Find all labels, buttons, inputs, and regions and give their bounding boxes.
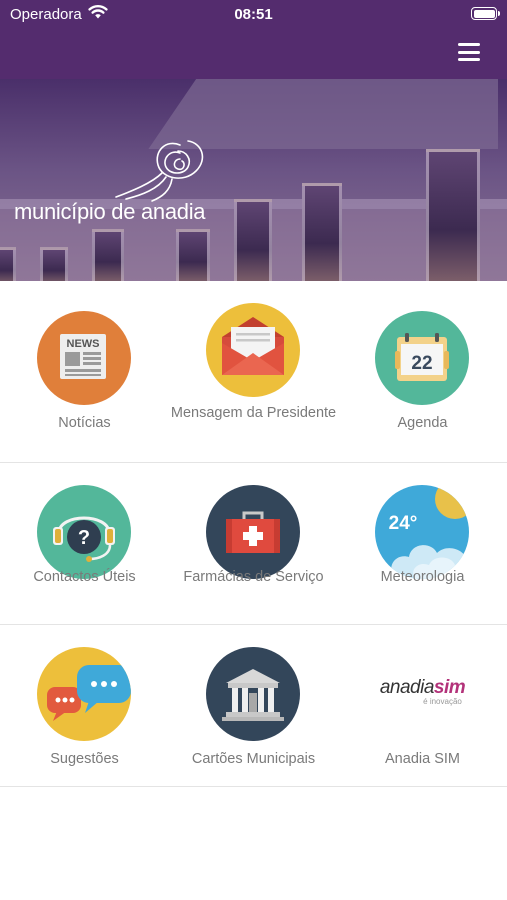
calendar-day: 22 <box>411 353 432 374</box>
top-bar: Operadora 08:51 <box>0 0 507 79</box>
menu-tile-agenda[interactable]: 22 Agenda <box>338 281 507 462</box>
newspaper-icon: NEWS <box>37 311 131 405</box>
brand-name: município de anadia <box>14 199 206 224</box>
anadia-sim-logo-tagline: é inovação <box>423 697 462 706</box>
envelope-icon <box>206 303 300 397</box>
menu-row: NEWS Notícias Mensagem da Presidente 22 … <box>0 281 507 463</box>
menu-label: Contactos Úteis <box>33 569 136 585</box>
calendar-icon: 22 <box>375 311 469 405</box>
menu-label: Sugestões <box>50 751 119 767</box>
svg-text:NEWS: NEWS <box>67 338 100 350</box>
anadia-sim-logo-accent: sim <box>433 677 466 698</box>
menu-tile-mensagem[interactable]: Mensagem da Presidente <box>169 281 338 462</box>
chat-bubbles-icon <box>37 647 131 741</box>
weather-temperature: 24° <box>389 513 418 534</box>
weather-icon: 24° <box>375 485 469 579</box>
menu-tile-noticias[interactable]: NEWS Notícias <box>0 281 169 462</box>
menu-tile-anadia-sim[interactable]: anadiasim é inovação Anadia SIM <box>338 625 507 786</box>
battery-icon <box>471 7 500 20</box>
status-time: 08:51 <box>234 6 273 23</box>
menu-label: Mensagem da Presidente <box>170 405 337 421</box>
anadia-sim-logo-main: anadia <box>379 677 435 698</box>
menu-row: ? Contactos Úteis Farmácias de Serviço 2… <box>0 463 507 625</box>
svg-text:?: ? <box>78 527 90 549</box>
status-bar: Operadora 08:51 <box>0 0 507 30</box>
hero-banner: município de anadia <box>0 79 507 281</box>
first-aid-kit-icon <box>206 485 300 579</box>
menu-label: Meteorologia <box>380 569 465 585</box>
municipal-building-icon <box>206 647 300 741</box>
menu-tile-contactos[interactable]: ? Contactos Úteis <box>0 463 169 624</box>
menu-label: Anadia SIM <box>385 751 460 767</box>
menu-tile-meteorologia[interactable]: 24° Meteorologia <box>338 463 507 624</box>
menu-grid: NEWS Notícias Mensagem da Presidente 22 … <box>0 281 507 787</box>
menu-tile-cartoes[interactable]: Cartões Municipais <box>169 625 338 786</box>
menu-label: Agenda <box>397 415 448 431</box>
menu-label: Cartões Municipais <box>191 751 316 767</box>
menu-tile-sugestoes[interactable]: Sugestões <box>0 625 169 786</box>
anadia-sim-logo: anadiasim é inovação <box>338 677 507 706</box>
menu-tile-farmacias[interactable]: Farmácias de Serviço <box>169 463 338 624</box>
menu-label: Notícias <box>58 415 111 431</box>
hamburger-menu-icon[interactable] <box>458 43 480 61</box>
menu-row: Sugestões Cartões Municipais anadiasim é… <box>0 625 507 787</box>
menu-label: Farmácias de Serviço <box>183 569 324 585</box>
headset-icon: ? <box>37 485 131 579</box>
